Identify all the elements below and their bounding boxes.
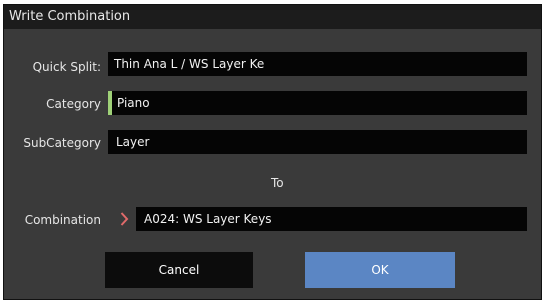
category-label: Category [46, 97, 101, 111]
cancel-button[interactable]: Cancel [105, 252, 253, 288]
chevron-right-icon[interactable] [120, 211, 129, 227]
combination-value: A024: WS Layer Keys [144, 212, 272, 226]
subcategory-field[interactable]: Layer [108, 130, 527, 154]
category-color-mark [108, 91, 112, 115]
combination-field[interactable]: A024: WS Layer Keys [136, 207, 527, 231]
quick-split-label: Quick Split: [32, 60, 101, 74]
ok-button-label: OK [371, 263, 389, 277]
category-value: Piano [117, 96, 150, 110]
subcategory-value: Layer [116, 135, 150, 149]
subcategory-label: SubCategory [23, 136, 101, 150]
ok-button[interactable]: OK [305, 252, 455, 288]
quick-split-value: Thin Ana L / WS Layer Ke [114, 57, 265, 71]
combination-label: Combination [24, 213, 101, 227]
quick-split-field[interactable]: Thin Ana L / WS Layer Ke [108, 52, 527, 76]
dialog-title: Write Combination [4, 5, 541, 29]
category-field[interactable]: Piano [108, 91, 527, 115]
write-combination-dialog: Write Combination Quick Split: Thin Ana … [3, 4, 542, 300]
cancel-button-label: Cancel [158, 263, 200, 277]
to-label: To [271, 176, 284, 190]
